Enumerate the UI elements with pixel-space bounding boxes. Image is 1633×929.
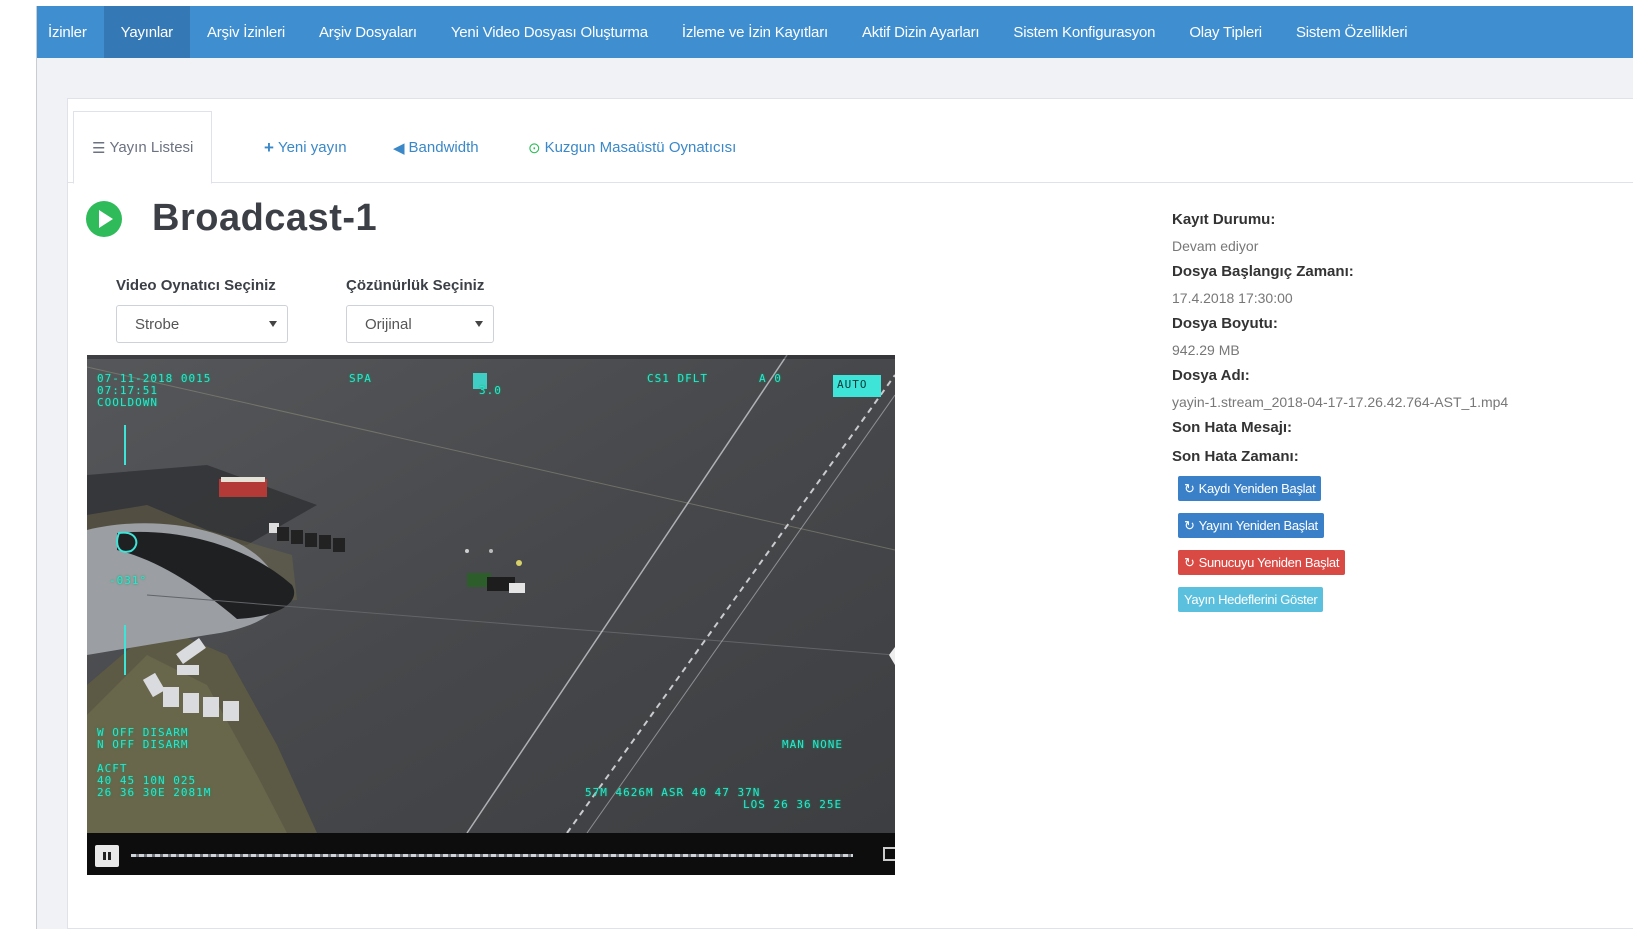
hud-zoom: 3.0 bbox=[479, 384, 502, 397]
tab-bar: ☰ Yayın Listesi + Yeni yayın ◀ Bandwidth… bbox=[68, 99, 1633, 184]
restart-server-button[interactable]: ↻ Sunucuyu Yeniden Başlat bbox=[1178, 550, 1346, 575]
file-size-value: 942.29 MB bbox=[1172, 342, 1240, 358]
fullscreen-icon[interactable] bbox=[883, 847, 895, 861]
plus-icon: + bbox=[264, 137, 274, 157]
app-frame: İzinler Yayınlar Arşiv İzinleri Arşiv Do… bbox=[36, 6, 1633, 929]
nav-item-izleme-kayitlari[interactable]: İzleme ve İzin Kayıtları bbox=[665, 6, 845, 58]
player-select-label: Video Oynatıcı Seçiniz bbox=[116, 277, 276, 294]
chevron-down-icon bbox=[475, 321, 483, 327]
resolution-select-value: Orijinal bbox=[365, 315, 412, 333]
resolution-select-label: Çözünürlük Seçiniz bbox=[346, 277, 485, 294]
file-size-label: Dosya Boyutu: bbox=[1172, 315, 1278, 332]
refresh-icon: ↻ bbox=[1184, 480, 1195, 496]
file-name-value: yayin-1.stream_2018-04-17-17.26.42.764-A… bbox=[1172, 394, 1509, 410]
send-icon: ◀ bbox=[393, 139, 405, 157]
top-navigation: İzinler Yayınlar Arşiv İzinleri Arşiv Do… bbox=[37, 6, 1633, 58]
tab-label: Kuzgun Masaüstü Oynatıcısı bbox=[544, 139, 737, 156]
recording-info: Kayıt Durumu: Devam ediyor Dosya Başlang… bbox=[1172, 207, 1602, 470]
record-status-label: Kayıt Durumu: bbox=[1172, 211, 1276, 228]
tab-yayin-listesi[interactable]: ☰ Yayın Listesi bbox=[73, 111, 213, 184]
hud-camera: CS1 DFLT bbox=[647, 372, 708, 385]
file-name-label: Dosya Adı: bbox=[1172, 367, 1250, 384]
play-circle-icon: ⊙ bbox=[528, 139, 541, 157]
hud-manual: MAN NONE bbox=[782, 738, 843, 751]
hud-aircraft-lon: 26 36 30E 2081M bbox=[97, 786, 212, 799]
resolution-select[interactable]: Orijinal bbox=[346, 305, 494, 343]
list-icon: ☰ bbox=[92, 139, 106, 157]
hud-angle: -031° bbox=[109, 574, 148, 587]
page-title: Broadcast-1 bbox=[152, 197, 378, 239]
seek-bar[interactable] bbox=[131, 854, 853, 857]
restart-record-button[interactable]: ↻ Kaydı Yeniden Başlat bbox=[1178, 476, 1322, 501]
tab-label: Yeni yayın bbox=[277, 139, 347, 156]
player-select-value: Strobe bbox=[135, 315, 180, 333]
file-start-label: Dosya Başlangıç Zamanı: bbox=[1172, 263, 1354, 280]
show-targets-label: Yayın Hedeflerini Göster bbox=[1184, 592, 1318, 607]
restart-stream-button[interactable]: ↻ Yayını Yeniden Başlat bbox=[1178, 513, 1324, 538]
nav-item-sistem-konfigurasyon[interactable]: Sistem Konfigurasyon bbox=[996, 6, 1172, 58]
hud-target-lat: 57M 4626M ASR 40 47 37N bbox=[585, 786, 761, 799]
hud-track-mode: AUTO bbox=[837, 378, 868, 391]
nav-item-arsiv-izinleri[interactable]: Arşiv İzinleri bbox=[190, 6, 302, 58]
video-controls bbox=[87, 833, 895, 875]
restart-record-label: Kaydı Yeniden Başlat bbox=[1198, 481, 1316, 496]
hud-alt: A 0 bbox=[759, 372, 782, 385]
broadcast-header: Broadcast-1 bbox=[86, 197, 377, 240]
nav-item-yeni-video-dosyasi[interactable]: Yeni Video Dosyası Oluşturma bbox=[434, 6, 665, 58]
record-status-value: Devam ediyor bbox=[1172, 238, 1259, 254]
last-error-time-label: Son Hata Zamanı: bbox=[1172, 448, 1299, 465]
restart-server-label: Sunucuyu Yeniden Başlat bbox=[1198, 555, 1340, 570]
show-targets-button[interactable]: Yayın Hedeflerini Göster bbox=[1178, 587, 1324, 612]
restart-stream-label: Yayını Yeniden Başlat bbox=[1198, 518, 1319, 533]
broadcast-panel: ☰ Yayın Listesi + Yeni yayın ◀ Bandwidth… bbox=[67, 98, 1633, 929]
refresh-icon: ↻ bbox=[1184, 554, 1195, 570]
pause-icon[interactable] bbox=[95, 845, 119, 867]
tab-bandwidth[interactable]: ◀ Bandwidth bbox=[375, 111, 497, 184]
video-frame bbox=[87, 355, 895, 833]
tab-yeni-yayin[interactable]: + Yeni yayın bbox=[246, 111, 365, 184]
nav-item-aktif-dizin[interactable]: Aktif Dizin Ayarları bbox=[845, 6, 996, 58]
hud-mode: SPA bbox=[349, 372, 372, 385]
tab-label: Bandwidth bbox=[408, 139, 479, 156]
tab-label: Yayın Listesi bbox=[109, 139, 194, 156]
hud-target-lon: LOS 26 36 25E bbox=[743, 798, 843, 811]
nav-item-arsiv-dosyalari[interactable]: Arşiv Dosyaları bbox=[302, 6, 434, 58]
player-select[interactable]: Strobe bbox=[116, 305, 288, 343]
refresh-icon: ↻ bbox=[1184, 517, 1195, 533]
tab-kuzgun-oynatici[interactable]: ⊙ Kuzgun Masaüstü Oynatıcısı bbox=[510, 111, 754, 184]
chevron-down-icon bbox=[269, 321, 277, 327]
file-start-value: 17.4.2018 17:30:00 bbox=[1172, 290, 1293, 306]
nav-item-yayinlar[interactable]: Yayınlar bbox=[103, 6, 190, 58]
nav-item-izinler[interactable]: İzinler bbox=[37, 6, 104, 58]
nav-item-olay-tipleri[interactable]: Olay Tipleri bbox=[1172, 6, 1279, 58]
hud-status: COOLDOWN bbox=[97, 396, 158, 409]
play-circle-icon bbox=[86, 200, 122, 237]
last-error-label: Son Hata Mesajı: bbox=[1172, 419, 1293, 436]
hud-weapon-2: N OFF DISARM bbox=[97, 738, 189, 751]
video-player[interactable]: 07-11-2018 0015 07:17:51 COOLDOWN SPA 3.… bbox=[87, 355, 895, 875]
nav-item-sistem-ozellikleri[interactable]: Sistem Özellikleri bbox=[1279, 6, 1424, 58]
